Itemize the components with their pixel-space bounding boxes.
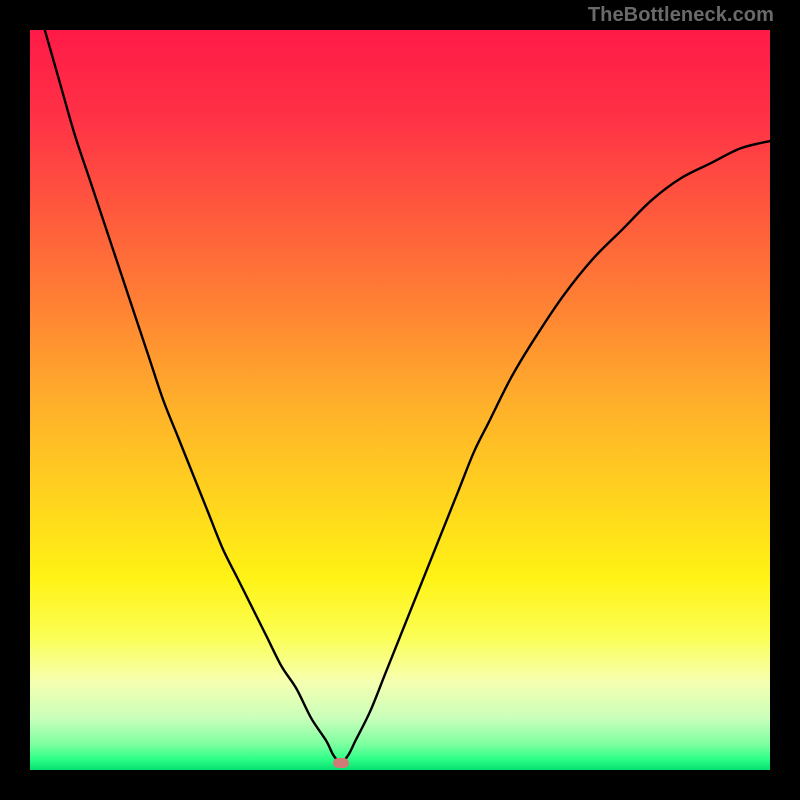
chart-frame: TheBottleneck.com <box>0 0 800 800</box>
optimal-marker <box>333 758 349 768</box>
plot-area <box>30 30 770 770</box>
watermark: TheBottleneck.com <box>588 4 774 27</box>
bottleneck-curve <box>30 30 770 770</box>
